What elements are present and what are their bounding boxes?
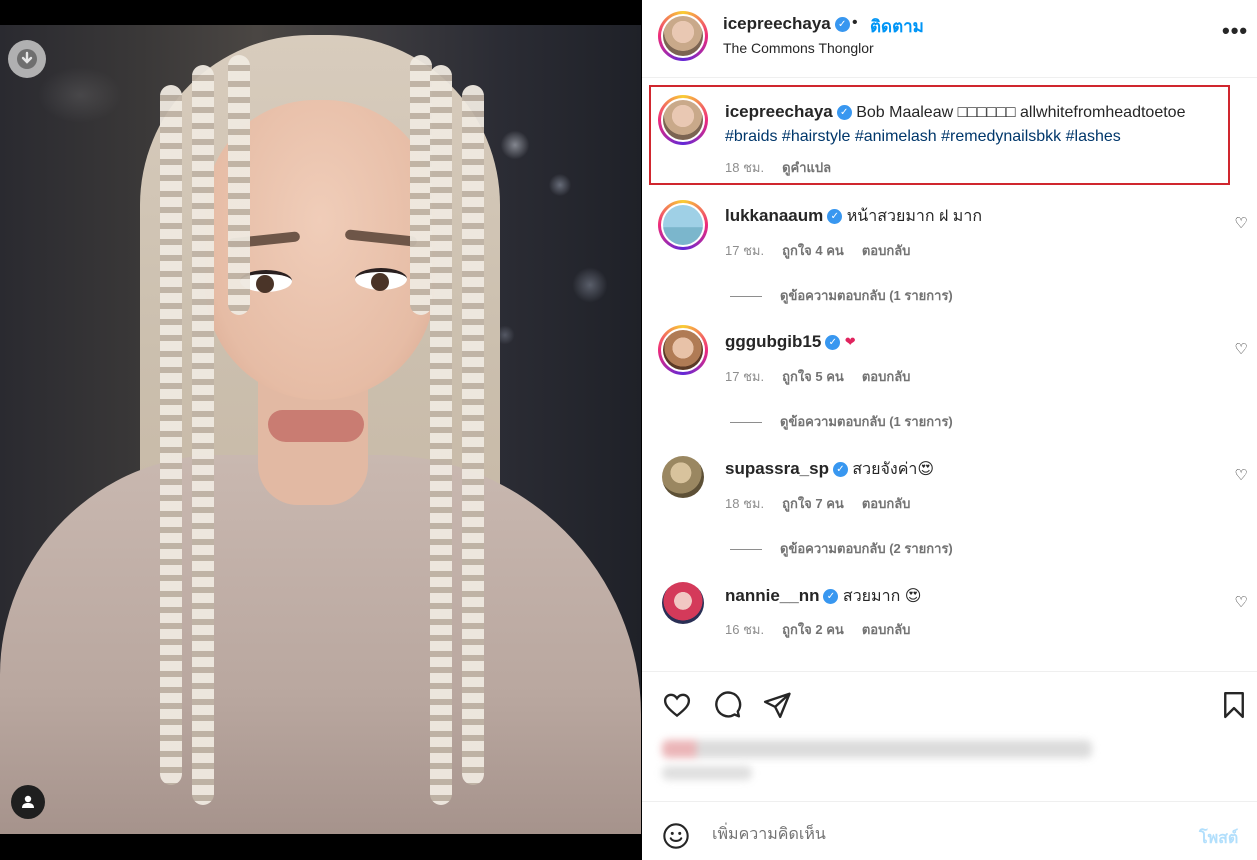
separator-dot: •: [852, 14, 858, 31]
comment-body: สวยมาก 😍: [842, 588, 922, 605]
like-comment-heart-icon[interactable]: ♡: [1233, 595, 1249, 611]
save-bookmark-icon[interactable]: [1219, 690, 1249, 720]
like-comment-heart-icon[interactable]: ♡: [1233, 216, 1249, 232]
comment-input[interactable]: [712, 820, 1172, 850]
more-options-icon[interactable]: •••: [1222, 18, 1248, 44]
braid: [160, 85, 182, 785]
author-username-text[interactable]: icepreechaya: [723, 14, 831, 33]
view-replies-button[interactable]: ดูข้อความตอบกลับ (2 รายการ): [730, 538, 953, 559]
comment-likes[interactable]: ถูกใจ 5 คน: [782, 369, 844, 384]
comment-body: ❤: [844, 334, 856, 349]
like-heart-icon[interactable]: [662, 690, 692, 720]
caption-time[interactable]: 18 ชม.: [725, 160, 764, 175]
post-date-blurred: [662, 766, 752, 780]
post-action-bar: [642, 671, 1257, 801]
comment-text: nannie__nn ✓ สวยมาก 😍: [725, 584, 921, 609]
caption-hashtags[interactable]: #braids #hairstyle #animelash #remedynai…: [725, 128, 1121, 145]
comment-meta: 17 ชม. ถูกใจ 5 คน ตอบกลับ: [725, 366, 928, 387]
braid: [462, 85, 484, 785]
post-sidebar: icepreechaya ✓ • ติดตาม The Commons Thong…: [642, 0, 1257, 860]
reply-button[interactable]: ตอบกลับ: [862, 369, 911, 384]
comment-bubble-icon[interactable]: [712, 690, 742, 720]
post-media-pane: [0, 0, 641, 860]
post-location[interactable]: The Commons Thonglor: [723, 40, 874, 56]
caption-username[interactable]: icepreechaya: [725, 102, 833, 121]
follow-button[interactable]: ติดตาม: [870, 13, 924, 40]
likes-summary-blurred: [662, 740, 1092, 758]
like-comment-heart-icon[interactable]: ♡: [1233, 468, 1249, 484]
commenter-avatar[interactable]: [658, 325, 708, 375]
author-avatar[interactable]: [658, 11, 708, 61]
comment-username[interactable]: supassra_sp: [725, 459, 829, 478]
verified-badge-icon: ✓: [836, 105, 852, 121]
verified-badge-icon: ✓: [832, 462, 848, 478]
portrait-shirt: [0, 455, 641, 834]
like-comment-heart-icon[interactable]: ♡: [1233, 342, 1249, 358]
comment-meta: 18 ชม. ถูกใจ 7 คน ตอบกลับ: [725, 493, 928, 514]
reply-button[interactable]: ตอบกลับ: [862, 243, 911, 258]
verified-badge-icon: ✓: [827, 209, 843, 225]
commenter-avatar[interactable]: [662, 582, 704, 624]
caption-avatar[interactable]: [658, 95, 708, 145]
comment-likes[interactable]: ถูกใจ 4 คน: [782, 243, 844, 258]
comment-text: gggubgib15 ✓ ❤: [725, 330, 856, 355]
verified-badge-icon: ✓: [834, 17, 850, 33]
comment-body: หน้าสวยมาก ฝ มาก: [846, 208, 983, 225]
portrait-lips: [268, 410, 364, 442]
caption-body: Bob Maaleaw □□□□□□ allwhitefromheadtoeto…: [856, 104, 1186, 121]
commenter-avatar[interactable]: [662, 456, 704, 498]
translate-button[interactable]: ดูคำแปล: [782, 160, 831, 175]
view-replies-button[interactable]: ดูข้อความตอบกลับ (1 รายการ): [730, 411, 953, 432]
comment-meta: 17 ชม. ถูกใจ 4 คน ตอบกลับ: [725, 240, 928, 261]
comment-text: lukkanaaum ✓ หน้าสวยมาก ฝ มาก: [725, 204, 982, 229]
post-photo[interactable]: [0, 25, 641, 834]
comments-list[interactable]: icepreechaya ✓ Bob Maaleaw □□□□□□ allwhit…: [642, 79, 1257, 671]
caption-text: icepreechaya ✓ Bob Maaleaw □□□□□□ allwhit…: [725, 100, 1235, 149]
comment-username[interactable]: lukkanaaum: [725, 206, 823, 225]
add-comment-bar: โพสต์: [642, 801, 1257, 860]
comment-username[interactable]: nannie__nn: [725, 586, 819, 605]
comment-likes[interactable]: ถูกใจ 7 คน: [782, 496, 844, 511]
reply-button[interactable]: ตอบกลับ: [862, 622, 911, 637]
portrait-eye-right: [355, 268, 407, 291]
view-replies-button[interactable]: ดูข้อความตอบกลับ (1 รายการ): [730, 285, 953, 306]
comment-text: supassra_sp ✓ สวยจังค่า😍: [725, 457, 934, 482]
comment-time[interactable]: 18 ชม.: [725, 496, 764, 511]
download-icon[interactable]: [8, 40, 46, 78]
braid: [192, 65, 214, 805]
comment-username[interactable]: gggubgib15: [725, 332, 821, 351]
braid: [430, 65, 452, 805]
post-comment-button[interactable]: โพสต์: [1199, 826, 1238, 851]
braid: [228, 55, 250, 315]
reply-button[interactable]: ตอบกลับ: [862, 496, 911, 511]
comment-time[interactable]: 17 ชม.: [725, 369, 764, 384]
comment-time[interactable]: 17 ชม.: [725, 243, 764, 258]
comment-body: สวยจังค่า😍: [852, 461, 935, 478]
verified-badge-icon: ✓: [823, 589, 839, 605]
emoji-smiley-icon[interactable]: [662, 822, 690, 850]
braid: [410, 55, 432, 315]
post-header: icepreechaya ✓ • ติดตาม The Commons Thong…: [642, 0, 1257, 78]
user-tag-icon[interactable]: [11, 785, 45, 819]
share-send-icon[interactable]: [762, 690, 792, 720]
caption-meta: 18 ชม. ดูคำแปล: [725, 157, 849, 178]
verified-badge-icon: ✓: [825, 335, 841, 351]
comment-likes[interactable]: ถูกใจ 2 คน: [782, 622, 844, 637]
comment-time[interactable]: 16 ชม.: [725, 622, 764, 637]
commenter-avatar[interactable]: [658, 200, 708, 250]
comment-meta: 16 ชม. ถูกใจ 2 คน ตอบกลับ: [725, 619, 928, 640]
author-username[interactable]: icepreechaya ✓: [723, 14, 850, 34]
